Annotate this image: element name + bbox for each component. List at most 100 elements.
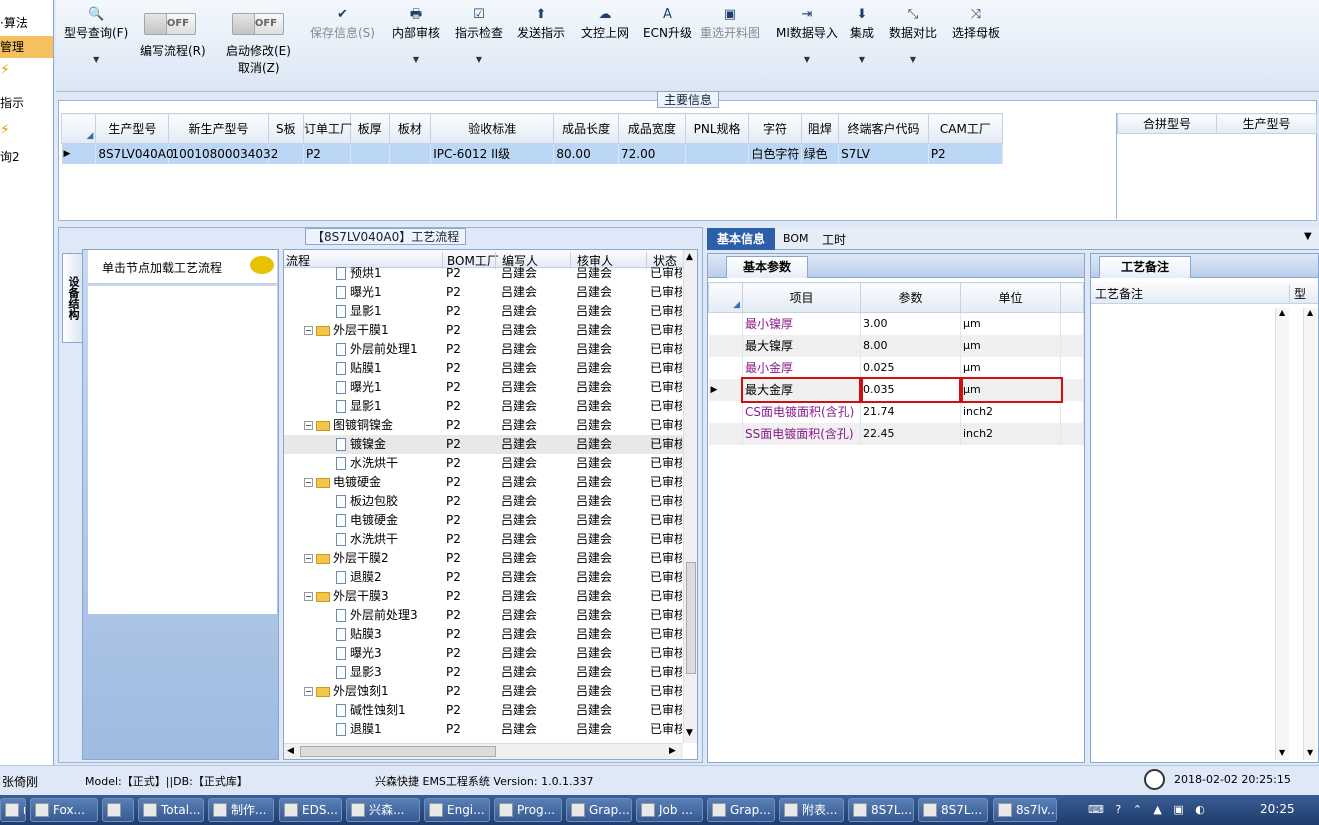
flow-row[interactable]: 曝光1 P2 吕建会 吕建会 已审核 xyxy=(284,378,684,397)
nav-item-management[interactable]: 管理 xyxy=(0,36,53,58)
taskbar-item[interactable]: EDS... xyxy=(279,798,342,822)
remarks-col-remark[interactable]: 工艺备注 xyxy=(1095,285,1143,302)
chevron-down-icon[interactable]: ▼ xyxy=(1304,231,1312,242)
param-value[interactable]: 3.00 xyxy=(860,312,961,335)
reselect-button[interactable]: ▣ 重选开料图 xyxy=(700,6,760,41)
collapse-icon[interactable]: − xyxy=(304,554,313,563)
type-query-button[interactable]: 🔍 型号查询(F) ▼ xyxy=(64,6,128,64)
taskbar-item[interactable]: 制作... xyxy=(208,798,274,822)
send-instruction-button[interactable]: ⬆ 发送指示 xyxy=(517,6,565,41)
tab-bom[interactable]: BOM xyxy=(783,232,809,245)
param-value[interactable]: 21.74 xyxy=(860,400,961,423)
scroll-down-icon[interactable]: ▼ xyxy=(1307,748,1313,757)
main-col-10[interactable]: 字符 xyxy=(748,113,802,144)
scroll-right-icon[interactable]: ▶ xyxy=(669,746,676,756)
scroll-up-icon[interactable]: ▲ xyxy=(1279,308,1285,317)
production-model-header[interactable]: 生产型号 xyxy=(1216,113,1317,134)
taskbar-item[interactable]: Grap... xyxy=(566,798,632,822)
taskbar-item[interactable]: 兴森... xyxy=(346,798,420,822)
tab-basic-info[interactable]: 基本信息 xyxy=(707,228,775,250)
flow-row[interactable]: − 外层干膜2 P2 吕建会 吕建会 已审核 xyxy=(284,549,684,568)
param-value[interactable]: 8.00 xyxy=(860,334,961,357)
taskbar-item[interactable]: 8S7L... xyxy=(848,798,914,822)
main-cell-4[interactable] xyxy=(350,143,390,164)
start-modify-toggle[interactable]: OFF xyxy=(232,13,284,35)
flow-row[interactable]: 外层前处理3 P2 吕建会 吕建会 已审核 xyxy=(284,606,684,625)
flow-row[interactable]: 贴膜3 P2 吕建会 吕建会 已审核 xyxy=(284,625,684,644)
main-col-8[interactable]: 成品宽度 xyxy=(618,113,686,144)
write-flow-toggle[interactable]: OFF xyxy=(144,13,196,35)
main-col-7[interactable]: 成品长度 xyxy=(553,113,620,144)
flow-row[interactable]: 水洗烘干 P2 吕建会 吕建会 已审核 xyxy=(284,454,684,473)
flow-row[interactable]: 显影1 P2 吕建会 吕建会 已审核 xyxy=(284,397,684,416)
main-cell-1[interactable]: 10010800034032 xyxy=(168,143,278,164)
nav-item-algorithm[interactable]: ·算法 xyxy=(0,12,53,34)
flow-row[interactable]: − 外层干膜1 P2 吕建会 吕建会 已审核 xyxy=(284,321,684,340)
flow-row[interactable]: 曝光3 P2 吕建会 吕建会 已审核 xyxy=(284,644,684,663)
flow-row[interactable]: 镀镍金 P2 吕建会 吕建会 已审核 xyxy=(284,435,684,454)
main-cell-11[interactable]: 绿色 xyxy=(801,143,840,164)
flow-row[interactable]: − 电镀硬金 P2 吕建会 吕建会 已审核 xyxy=(284,473,684,492)
remarks-col-type[interactable]: 型 xyxy=(1289,285,1306,302)
main-cell-3[interactable]: P2 xyxy=(303,143,351,164)
params-col-value[interactable]: 参数 xyxy=(860,282,961,313)
param-value[interactable]: 22.45 xyxy=(860,422,961,445)
main-col-13[interactable]: CAM工厂 xyxy=(927,113,1004,144)
main-col-4[interactable]: 板厚 xyxy=(349,113,390,144)
ecn-upgrade-button[interactable]: A ECN升级 xyxy=(643,6,692,41)
taskbar-item[interactable]: Job ... xyxy=(636,798,703,822)
param-row[interactable]: SS面电镀面积(含孔) 22.45 inch2 xyxy=(708,422,1084,445)
param-row[interactable]: 最大镍厚 8.00 μm xyxy=(708,334,1084,357)
tray-icons[interactable]: ⌨ ? ⌃ ▲ ▣ ◐ xyxy=(1088,803,1209,816)
flow-row[interactable]: 贴膜1 P2 吕建会 吕建会 已审核 xyxy=(284,359,684,378)
flow-row[interactable]: 电镀硬金 P2 吕建会 吕建会 已审核 xyxy=(284,511,684,530)
main-col-11[interactable]: 阻焊 xyxy=(800,113,840,144)
equipment-tree[interactable] xyxy=(88,286,277,614)
upload-button[interactable]: ☁ 文控上网 xyxy=(581,6,629,41)
scroll-up-icon[interactable]: ▲ xyxy=(1307,308,1313,317)
flow-row[interactable]: 外层前处理1 P2 吕建会 吕建会 已审核 xyxy=(284,340,684,359)
flow-hscroll-thumb[interactable] xyxy=(300,746,496,757)
main-cell-6[interactable]: IPC-6012 II级 xyxy=(430,143,555,164)
nav-item-query2[interactable]: 询2 xyxy=(0,146,53,168)
param-value[interactable]: 0.035 xyxy=(858,376,963,403)
save-button[interactable]: ✔ 保存信息(S) xyxy=(310,6,375,41)
flow-row[interactable]: − 外层干膜3 P2 吕建会 吕建会 已审核 xyxy=(284,587,684,606)
main-col-9[interactable]: PNL规格 xyxy=(684,113,750,144)
taskbar-item[interactable]: Total... xyxy=(138,798,204,822)
remarks-vscrollbar-2[interactable]: ▲ ▼ xyxy=(1303,308,1317,760)
compare-button[interactable]: ⤡ 数据对比 ▼ xyxy=(889,6,937,64)
params-col-item[interactable]: 项目 xyxy=(742,282,861,313)
scroll-down-icon[interactable]: ▼ xyxy=(686,728,693,738)
tab-basic-params[interactable]: 基本参数 xyxy=(726,256,808,278)
collapse-icon[interactable]: − xyxy=(304,421,313,430)
flow-hscrollbar[interactable]: ◀ ▶ xyxy=(284,743,683,759)
main-col-5[interactable]: 板材 xyxy=(388,113,432,144)
flow-vscrollbar[interactable]: ▲ ▼ xyxy=(683,250,697,743)
params-col-unit[interactable]: 单位 xyxy=(960,282,1061,313)
flow-row[interactable]: 退膜1 P2 吕建会 吕建会 已审核 xyxy=(284,720,684,739)
flow-row[interactable]: 水洗烘干 P2 吕建会 吕建会 已审核 xyxy=(284,530,684,549)
scroll-up-icon[interactable]: ▲ xyxy=(686,252,693,262)
nav-item-instruction[interactable]: 指示 xyxy=(0,92,53,114)
flow-row[interactable]: − 图镀铜镍金 P2 吕建会 吕建会 已审核 xyxy=(284,416,684,435)
flow-row[interactable]: 显影3 P2 吕建会 吕建会 已审核 xyxy=(284,663,684,682)
main-cell-9[interactable] xyxy=(685,143,750,164)
param-row[interactable]: ▶ 最大金厚 0.035 μm xyxy=(708,376,1084,403)
flow-vscroll-thumb[interactable] xyxy=(686,562,696,674)
main-cell-5[interactable] xyxy=(389,143,432,164)
integrate-button[interactable]: ⬇ 集成 ▼ xyxy=(850,6,874,64)
select-master-button[interactable]: ⤨ 选择母板 xyxy=(952,6,1000,41)
param-value[interactable]: 0.025 xyxy=(860,356,961,379)
flow-row[interactable]: 预烘1 P2 吕建会 吕建会 已审核 xyxy=(284,264,684,283)
main-col-2[interactable]: S板 xyxy=(267,113,305,144)
taskbar-item[interactable] xyxy=(102,798,134,822)
flow-row[interactable]: 退膜2 P2 吕建会 吕建会 已审核 xyxy=(284,568,684,587)
main-col-0[interactable]: 生产型号 xyxy=(95,113,170,144)
cancel-label[interactable]: 取消(Z) xyxy=(238,59,280,76)
main-col-1[interactable]: 新生产型号 xyxy=(168,113,269,144)
taskbar-item[interactable]: Fox... xyxy=(30,798,98,822)
taskbar-item[interactable]: 8S7L... xyxy=(918,798,988,822)
taskbar-item[interactable]: 附表... xyxy=(779,798,844,822)
flow-row[interactable]: 曝光1 P2 吕建会 吕建会 已审核 xyxy=(284,283,684,302)
